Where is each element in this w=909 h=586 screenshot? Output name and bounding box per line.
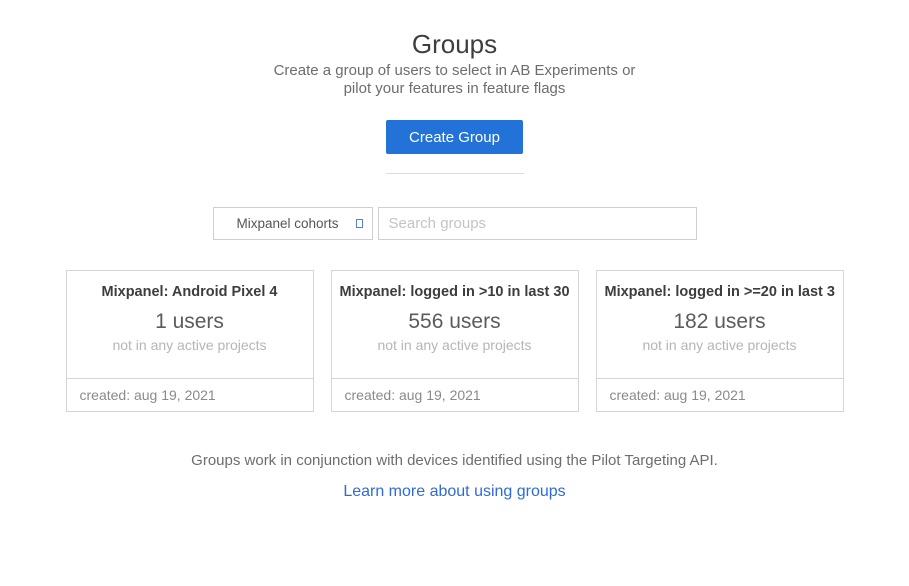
- group-card-status: not in any active projects: [340, 336, 570, 354]
- group-card-body: Mixpanel: logged in >=20 in last 30... 1…: [597, 271, 843, 378]
- groups-info-text: Groups work in conjunction with devices …: [0, 452, 909, 470]
- page-title: Groups: [0, 28, 909, 60]
- group-cards-row: Mixpanel: Android Pixel 4 1 users not in…: [66, 270, 844, 412]
- dropdown-indicator-icon: [356, 219, 363, 228]
- group-card-status: not in any active projects: [75, 336, 305, 354]
- learn-more-link[interactable]: Learn more about using groups: [343, 483, 565, 500]
- page-subtitle-line1: Create a group of users to select in AB …: [0, 62, 909, 80]
- cohort-source-dropdown[interactable]: Mixpanel cohorts: [213, 207, 373, 240]
- group-card-users-count: 556 users: [340, 310, 570, 334]
- cohort-source-dropdown-label: Mixpanel cohorts: [236, 216, 338, 231]
- create-group-button[interactable]: Create Group: [386, 120, 523, 154]
- search-groups-input[interactable]: [378, 207, 697, 240]
- group-card-title: Mixpanel: logged in >10 in last 30 ...: [340, 283, 570, 301]
- group-card-created: created: aug 19, 2021: [332, 378, 578, 411]
- footer-link-wrap: Learn more about using groups: [0, 483, 909, 501]
- group-card-users-count: 1 users: [75, 310, 305, 334]
- group-card-created: created: aug 19, 2021: [597, 378, 843, 411]
- group-card-created: created: aug 19, 2021: [67, 378, 313, 411]
- groups-page: Groups Create a group of users to select…: [0, 28, 909, 586]
- group-card-title: Mixpanel: Android Pixel 4: [75, 283, 305, 301]
- group-card-logged-in-10[interactable]: Mixpanel: logged in >10 in last 30 ... 5…: [331, 270, 579, 412]
- filter-bar: Mixpanel cohorts: [213, 207, 697, 240]
- group-card-logged-in-20[interactable]: Mixpanel: logged in >=20 in last 30... 1…: [596, 270, 844, 412]
- header-divider: [386, 173, 524, 174]
- page-subtitle: Create a group of users to select in AB …: [0, 62, 909, 98]
- page-subtitle-line2: pilot your features in feature flags: [0, 80, 909, 98]
- group-card-body: Mixpanel: Android Pixel 4 1 users not in…: [67, 271, 313, 378]
- group-card-status: not in any active projects: [605, 336, 835, 354]
- group-card-title: Mixpanel: logged in >=20 in last 30...: [605, 283, 835, 301]
- group-card-android-pixel[interactable]: Mixpanel: Android Pixel 4 1 users not in…: [66, 270, 314, 412]
- group-card-body: Mixpanel: logged in >10 in last 30 ... 5…: [332, 271, 578, 378]
- group-card-users-count: 182 users: [605, 310, 835, 334]
